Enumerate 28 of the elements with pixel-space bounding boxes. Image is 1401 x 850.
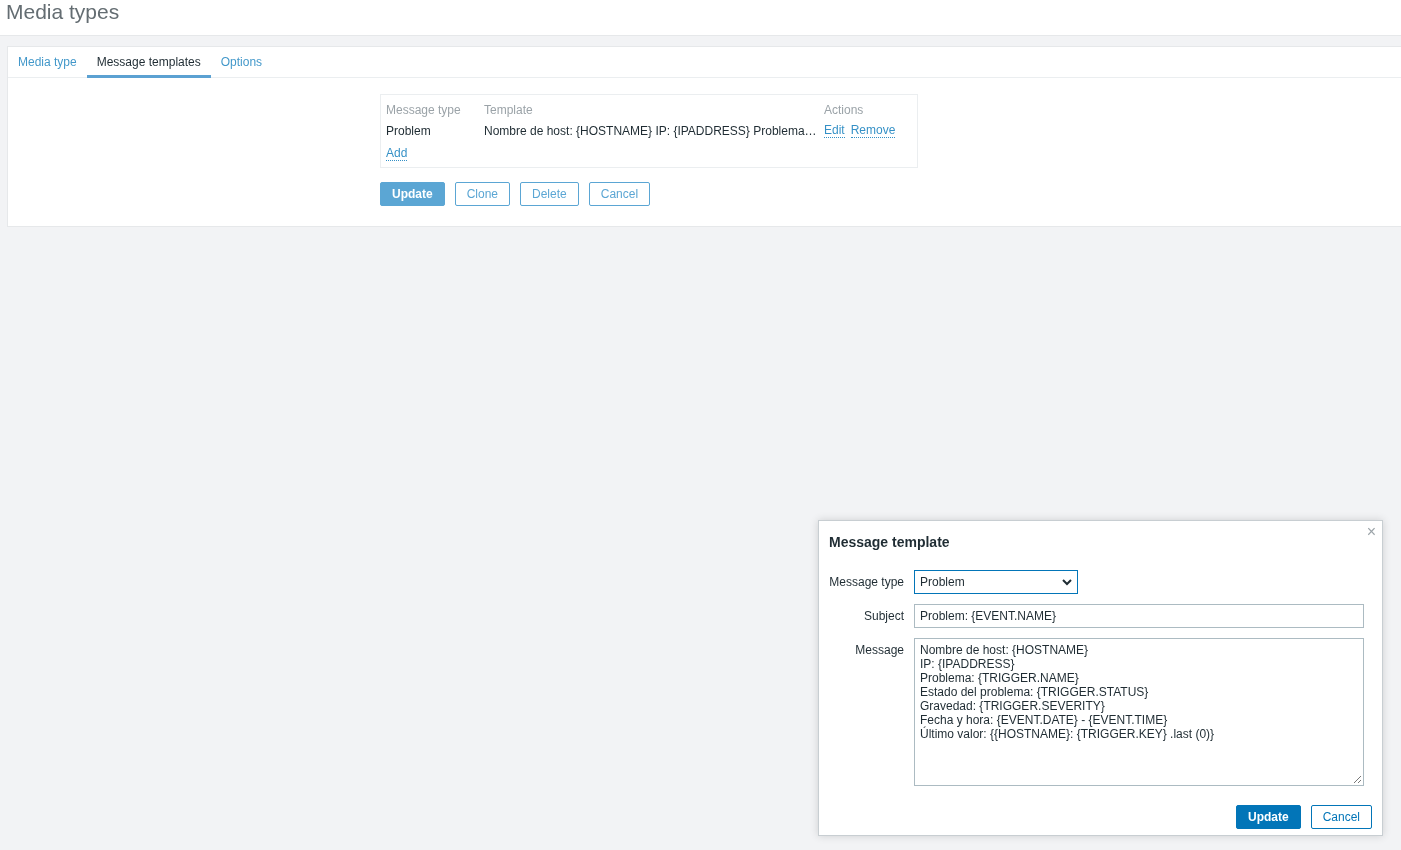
tab[interactable]: Message templates [86, 47, 211, 78]
dialog-title: Message template [829, 534, 951, 550]
close-button[interactable]: × [1366, 523, 1376, 541]
tab[interactable]: Media type [8, 47, 87, 78]
message-field[interactable]: Nombre de host: {HOSTNAME} IP: {IPADDRESS} Problema: {TRIGGER.NAME} Estado del problema: {TRIGGER.STATUS} Gravedad: {TRIGGER.SEVERITY} Fecha y hora: {EVENT.DATE} - {EVENT.TIME} Último valor: {{HOSTNAME}: {TRIGGER.KEY} .last (0)} [914, 638, 1364, 786]
chevron-icon [1062, 578, 1072, 586]
message-type-select[interactable]: Problem [914, 570, 1078, 594]
add-link[interactable]: Add [386, 147, 408, 161]
field-label: Subject [862, 608, 904, 625]
resize-grip-icon [1353, 775, 1362, 784]
clone-button[interactable]: Clone [454, 182, 511, 206]
column-header: Message type [386, 102, 462, 117]
tab[interactable]: Options [210, 47, 273, 78]
delete-button[interactable]: Delete [520, 182, 579, 206]
field-label: Message type [829, 574, 904, 591]
column-header: Template [484, 102, 534, 117]
cancel-button[interactable]: Cancel [1310, 805, 1372, 829]
field-label: Message [854, 642, 904, 659]
remove-link[interactable]: Remove [850, 123, 896, 138]
cancel-button[interactable]: Cancel [588, 182, 651, 206]
column-header: Actions [824, 102, 865, 117]
update-button[interactable]: Update [1235, 805, 1301, 829]
subject-field[interactable]: Problem: {EVENT.NAME} [914, 604, 1364, 628]
update-button[interactable]: Update [380, 182, 445, 206]
page-title: Media types [6, 0, 120, 24]
table-cell-text: Problem [386, 123, 432, 138]
table-cell-text: Nombre de host: {HOSTNAME} IP: {IPADDRESS} Problema… [484, 123, 818, 138]
edit-link[interactable]: Edit [824, 123, 845, 138]
